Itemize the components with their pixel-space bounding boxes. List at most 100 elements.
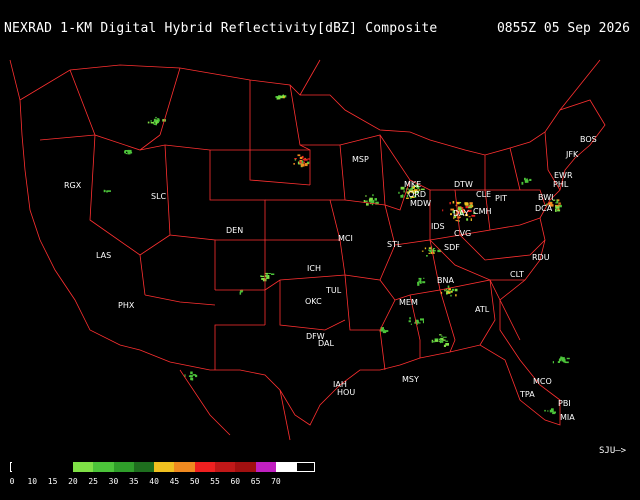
city-label-cle: CLE: [476, 190, 491, 199]
echo-pixel: [432, 341, 436, 343]
city-label-cvg: CVG: [454, 229, 471, 238]
city-label-atl: ATL: [475, 305, 490, 314]
legend-swatch: [154, 462, 175, 472]
echo-pixel: [147, 121, 150, 124]
dbz-color-legend: 0 10 15 20 25 30 35 40 45 50 55 60 65 70: [10, 462, 315, 496]
city-label-ids: IDS: [431, 222, 445, 231]
echo-pixel: [529, 178, 532, 181]
state-boundary: [299, 59, 321, 96]
echo-pixel: [445, 340, 449, 342]
echo-pixel: [150, 120, 152, 122]
echo-pixel: [439, 334, 442, 336]
city-label-stl: STL: [387, 240, 402, 249]
echo-pixel: [555, 205, 557, 209]
echo-pixel: [307, 158, 310, 160]
echo-pixel: [564, 361, 569, 364]
echo-pixel: [428, 249, 430, 251]
echo-pixel: [429, 247, 431, 249]
state-boundary: [69, 69, 161, 151]
echo-pixel: [191, 377, 194, 381]
echo-pixel: [369, 197, 373, 201]
echo-pixel: [525, 179, 527, 181]
echo-pixel: [277, 97, 281, 100]
state-boundary: [139, 234, 171, 256]
echo-pixel: [428, 252, 431, 254]
echo-pixel: [557, 361, 560, 363]
echo-pixel: [454, 288, 458, 292]
state-boundaries: [9, 59, 606, 441]
echo-pixel: [125, 150, 128, 152]
echo-pixel: [304, 158, 308, 161]
echo-pixel: [155, 122, 158, 124]
state-boundary: [144, 294, 216, 306]
legend-swatch: [275, 462, 297, 472]
city-label-mco: MCO: [533, 377, 552, 386]
state-boundary: [164, 144, 216, 290]
echo-pixel: [419, 278, 422, 281]
legend-swatch: [255, 462, 277, 472]
legend-swatch: [12, 462, 33, 472]
legend-tick-label: 60: [230, 477, 241, 486]
echo-pixel: [558, 202, 561, 204]
city-label-phl: PHL: [553, 180, 569, 189]
echo-pixel: [438, 338, 442, 340]
echo-pixel: [304, 163, 308, 167]
city-label-dal: DAL: [318, 339, 334, 348]
echo-pixel: [459, 202, 462, 204]
city-label-mke: MKE: [404, 180, 421, 189]
echo-pixel: [426, 255, 428, 257]
echo-pixel: [299, 156, 303, 159]
state-boundary: [39, 134, 96, 141]
echo-pixel: [423, 277, 425, 279]
echo-pixel: [421, 250, 424, 252]
echo-pixel: [401, 194, 404, 197]
legend-swatch: [215, 462, 236, 472]
echo-pixel: [455, 294, 457, 297]
city-label-tul: TUL: [325, 286, 342, 295]
city-label-jfk: JFK: [565, 150, 579, 159]
echo-pixel: [383, 329, 385, 331]
echo-pixel: [240, 290, 243, 293]
echo-pixel: [566, 357, 570, 360]
state-boundary: [344, 274, 396, 331]
city-label-mem: MEM: [399, 298, 418, 307]
echo-pixel: [266, 273, 268, 277]
echo-pixel: [451, 290, 453, 293]
echo-pixel: [422, 320, 424, 324]
echo-pixel: [449, 202, 451, 205]
legend-tick-label: 50: [189, 477, 200, 486]
legend-tick-label: 55: [210, 477, 220, 486]
echo-pixel: [303, 161, 305, 164]
city-label-mci: MCI: [338, 234, 353, 243]
echo-pixel: [521, 181, 524, 185]
echo-pixel: [469, 202, 473, 205]
legend-tick-label: 40: [149, 477, 159, 486]
echo-pixel: [559, 358, 562, 360]
echo-pixel: [557, 208, 560, 210]
echo-pixel: [451, 288, 454, 291]
city-label-day: DAY: [453, 209, 469, 218]
state-boundary: [159, 67, 181, 136]
legend-tick-label: 35: [128, 477, 139, 486]
city-label-mia: MIA: [560, 413, 575, 422]
city-label-rdu: RDU: [532, 253, 550, 262]
echo-pixel: [468, 216, 471, 218]
echo-pixel: [450, 294, 452, 297]
legend-swatch: [194, 462, 216, 472]
echo-pixel: [433, 252, 435, 254]
city-label-bwi: BWI: [538, 193, 553, 202]
echo-pixel: [283, 95, 285, 99]
echo-pixel: [398, 191, 400, 194]
state-boundary: [179, 369, 231, 436]
city-label-mdw: MDW: [410, 199, 431, 208]
city-label-sdf: SDF: [444, 243, 460, 252]
legend-tick-label: 15: [47, 477, 58, 486]
legend-tick-label: 45: [169, 477, 180, 486]
echo-pixel: [440, 335, 443, 337]
echo-pixel: [551, 408, 554, 411]
state-boundary: [214, 324, 265, 370]
product-title: NEXRAD 1-KM Digital Hybrid Reflectivity[…: [4, 21, 438, 36]
echo-pixel: [365, 195, 367, 197]
echo-pixel: [470, 218, 472, 221]
legend-swatch: [133, 462, 155, 472]
